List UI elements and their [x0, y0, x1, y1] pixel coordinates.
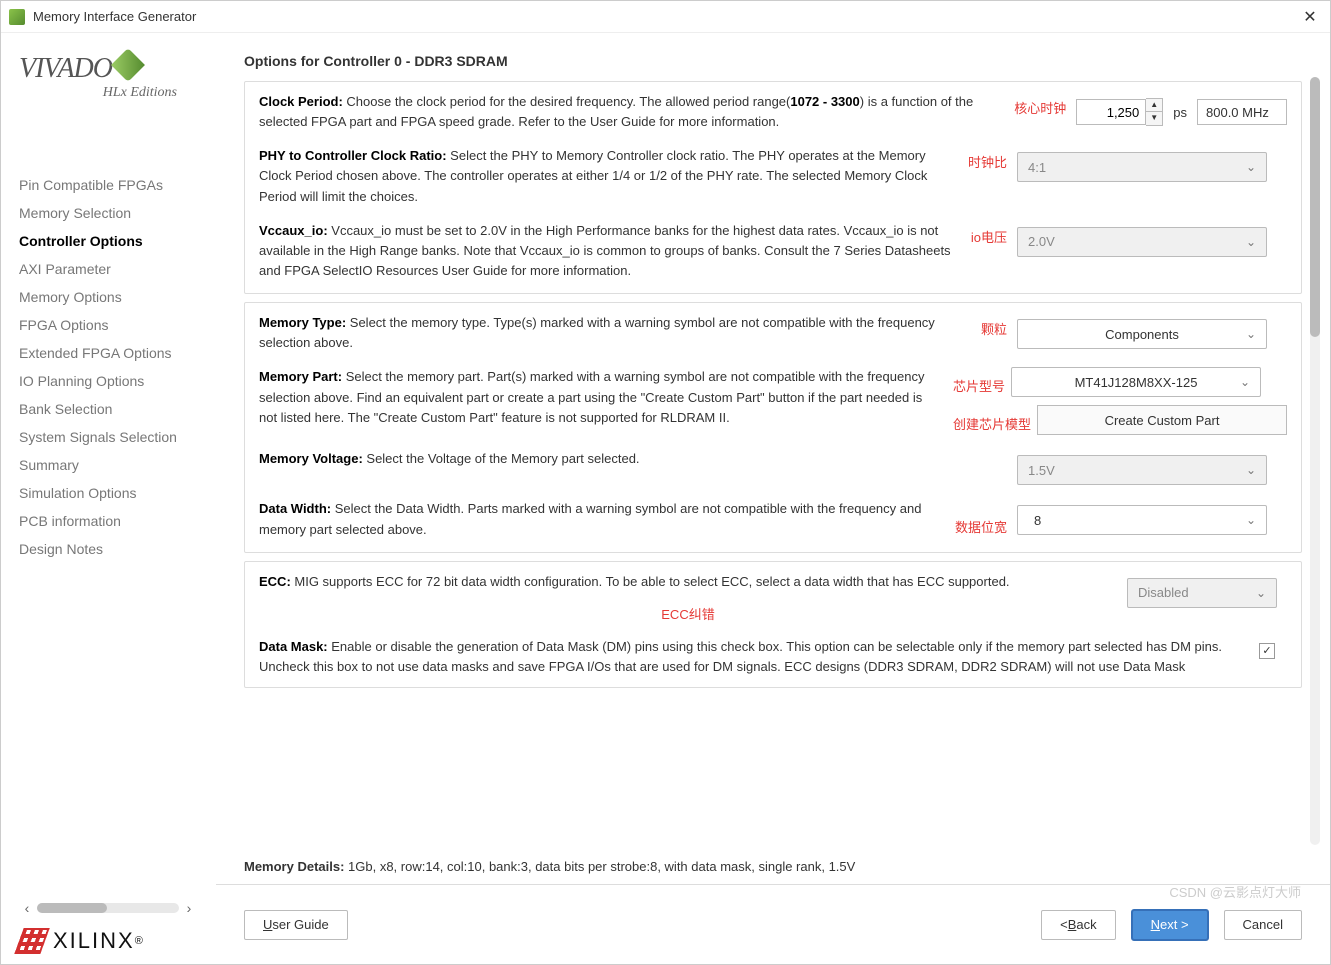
- group-basic: Clock Period: Choose the clock period fo…: [244, 81, 1302, 294]
- chevron-down-icon: ⌄: [1246, 463, 1256, 477]
- vccaux-annotation: io电压: [971, 221, 1007, 246]
- nav-summary[interactable]: Summary: [19, 451, 197, 479]
- memory-part-desc: Memory Part: Select the memory part. Par…: [259, 367, 943, 427]
- nav-fpga-options[interactable]: FPGA Options: [19, 311, 197, 339]
- clock-period-annotation: 核心时钟: [1014, 92, 1066, 117]
- scroll-thumb[interactable]: [37, 903, 107, 913]
- nav-controller-options[interactable]: Controller Options: [19, 227, 197, 255]
- vccaux-select: 2.0V ⌄: [1017, 227, 1267, 257]
- close-icon[interactable]: ✕: [1298, 7, 1322, 27]
- memory-type-annotation: 颗粒: [981, 313, 1007, 338]
- memory-part-select[interactable]: MT41J128M8XX-125 ⌄: [1011, 367, 1261, 397]
- cancel-button[interactable]: Cancel: [1224, 910, 1302, 940]
- phy-ratio-desc: PHY to Controller Clock Ratio: Select th…: [259, 146, 958, 206]
- chevron-down-icon: ⌄: [1246, 513, 1256, 527]
- nav-system-signals-selection[interactable]: System Signals Selection: [19, 423, 197, 451]
- chevron-down-icon: ⌄: [1246, 327, 1256, 341]
- ecc-select: Disabled ⌄: [1127, 578, 1277, 608]
- nav-design-notes[interactable]: Design Notes: [19, 535, 197, 563]
- xilinx-mark-icon: [19, 928, 45, 954]
- ecc-desc: ECC: MIG supports ECC for 72 bit data wi…: [259, 572, 1117, 592]
- nav-pin-compatible-fpgas[interactable]: Pin Compatible FPGAs: [19, 171, 197, 199]
- data-width-desc: Data Width: Select the Data Width. Parts…: [259, 499, 945, 539]
- data-mask-checkbox[interactable]: ✓: [1259, 643, 1275, 659]
- vccaux-desc: Vccaux_io: Vccaux_io must be set to 2.0V…: [259, 221, 961, 281]
- spin-down-icon[interactable]: ▼: [1146, 112, 1162, 125]
- clock-period-desc: Clock Period: Choose the clock period fo…: [259, 92, 1004, 132]
- spin-up-icon[interactable]: ▲: [1146, 99, 1162, 112]
- nav-simulation-options[interactable]: Simulation Options: [19, 479, 197, 507]
- nav-pcb-information[interactable]: PCB information: [19, 507, 197, 535]
- nav-extended-fpga-options[interactable]: Extended FPGA Options: [19, 339, 197, 367]
- clock-freq-display: 800.0 MHz: [1197, 99, 1287, 125]
- group-ecc: ECC: MIG supports ECC for 72 bit data wi…: [244, 561, 1302, 688]
- data-mask-desc: Data Mask: Enable or disable the generat…: [259, 637, 1237, 677]
- memory-part-annotation: 芯片型号: [953, 370, 1005, 395]
- memory-type-select[interactable]: Components ⌄: [1017, 319, 1267, 349]
- chevron-down-icon: ⌄: [1246, 160, 1256, 174]
- memory-details: Memory Details: 1Gb, x8, row:14, col:10,…: [216, 855, 1330, 884]
- clock-period-input[interactable]: [1076, 99, 1146, 125]
- nav-memory-selection[interactable]: Memory Selection: [19, 199, 197, 227]
- data-width-select[interactable]: 8 ⌄: [1017, 505, 1267, 535]
- window-title: Memory Interface Generator: [33, 9, 1298, 24]
- main-panel: Options for Controller 0 - DDR3 SDRAM Cl…: [216, 33, 1330, 964]
- memory-voltage-select: 1.5V ⌄: [1017, 455, 1267, 485]
- chevron-down-icon: ⌄: [1246, 235, 1256, 249]
- content-vscroll[interactable]: [1310, 77, 1320, 845]
- vscroll-thumb[interactable]: [1310, 77, 1320, 337]
- leaf-icon: [111, 48, 145, 82]
- ecc-annotation: ECC纠错: [259, 598, 1117, 623]
- phy-ratio-annotation: 时钟比: [968, 146, 1007, 171]
- scroll-right-icon[interactable]: ›: [181, 900, 197, 916]
- nav-memory-options[interactable]: Memory Options: [19, 283, 197, 311]
- nav-bank-selection[interactable]: Bank Selection: [19, 395, 197, 423]
- sidebar: VIVADO HLx Editions Pin Compatible FPGAs…: [1, 33, 216, 964]
- vivado-logo: VIVADO HLx Editions: [19, 53, 197, 101]
- nav-io-planning-options[interactable]: IO Planning Options: [19, 367, 197, 395]
- phy-ratio-select: 4:1 ⌄: [1017, 152, 1267, 182]
- memory-voltage-desc: Memory Voltage: Select the Voltage of th…: [259, 449, 1007, 469]
- group-memory: Memory Type: Select the memory type. Typ…: [244, 302, 1302, 553]
- data-width-annotation: 数据位宽: [955, 511, 1007, 540]
- titlebar: Memory Interface Generator ✕: [1, 1, 1330, 33]
- clock-period-unit: ps: [1173, 105, 1187, 120]
- user-guide-button[interactable]: User Guide: [244, 910, 348, 940]
- nav-list: Pin Compatible FPGAs Memory Selection Co…: [19, 171, 197, 563]
- chevron-down-icon: ⌄: [1256, 586, 1266, 600]
- chevron-down-icon: ⌄: [1240, 375, 1250, 389]
- sidebar-hscroll[interactable]: ‹ ›: [19, 900, 197, 916]
- back-button[interactable]: < Back: [1041, 910, 1116, 940]
- nav-axi-parameter[interactable]: AXI Parameter: [19, 255, 197, 283]
- bottom-bar: User Guide < Back Next > Cancel: [216, 884, 1330, 964]
- xilinx-logo: XILINX®: [19, 928, 197, 954]
- page-title: Options for Controller 0 - DDR3 SDRAM: [244, 53, 1302, 69]
- clock-period-spinner[interactable]: ▲ ▼: [1076, 98, 1163, 126]
- app-icon: [9, 9, 25, 25]
- scroll-left-icon[interactable]: ‹: [19, 900, 35, 916]
- next-button[interactable]: Next >: [1132, 910, 1208, 940]
- memory-type-desc: Memory Type: Select the memory type. Typ…: [259, 313, 971, 353]
- create-custom-part-button[interactable]: Create Custom Part: [1037, 405, 1287, 435]
- create-part-annotation: 创建芯片模型: [953, 408, 1031, 433]
